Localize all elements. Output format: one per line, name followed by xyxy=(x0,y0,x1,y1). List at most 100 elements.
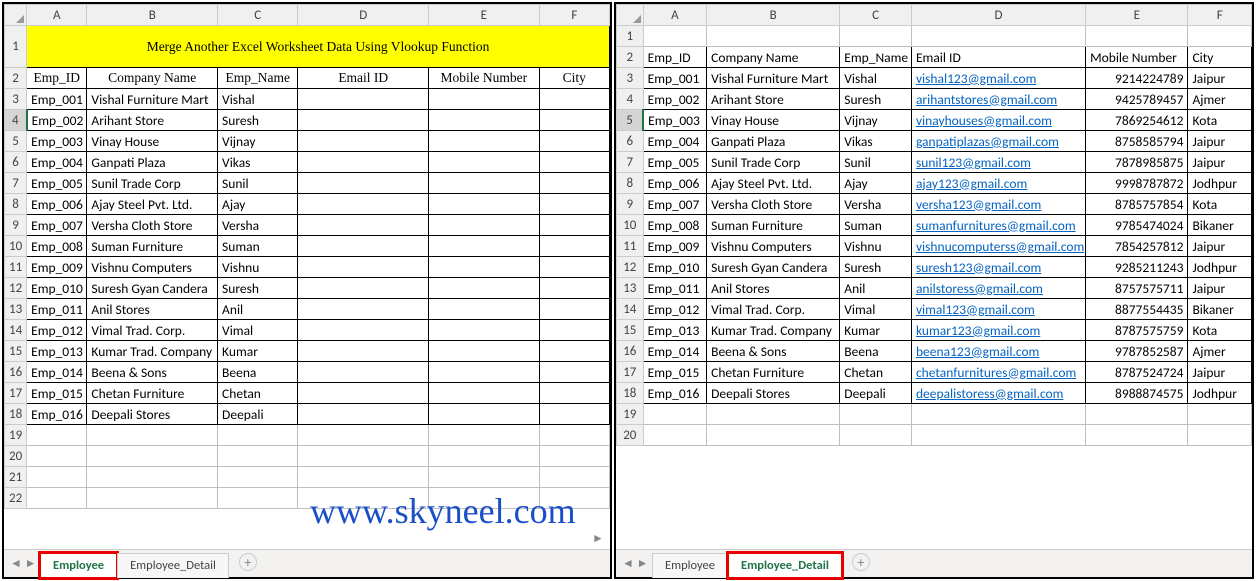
row-header[interactable]: 5 xyxy=(617,110,644,131)
cell[interactable] xyxy=(87,425,218,446)
email-link[interactable]: arihantstores@gmail.com xyxy=(916,91,1057,108)
cell[interactable]: Emp_009 xyxy=(27,257,87,278)
cell[interactable]: Emp_009 xyxy=(643,236,707,257)
row-header[interactable]: 3 xyxy=(617,68,644,89)
cell[interactable] xyxy=(298,320,429,341)
cell[interactable]: Vimal xyxy=(218,320,298,341)
row-header[interactable]: 11 xyxy=(5,257,27,278)
cell[interactable]: 9787852587 xyxy=(1086,341,1188,362)
row-header[interactable]: 17 xyxy=(5,383,27,404)
cell[interactable]: Suresh xyxy=(218,110,298,131)
cell[interactable] xyxy=(429,257,540,278)
cell[interactable] xyxy=(298,194,429,215)
cell[interactable]: 8787524724 xyxy=(1086,362,1188,383)
grid-right[interactable]: ABCDEF12Emp_IDCompany NameEmp_NameEmail … xyxy=(616,4,1252,549)
cell[interactable]: Jaipur xyxy=(1188,131,1252,152)
cell[interactable] xyxy=(707,404,840,425)
row-header[interactable]: 18 xyxy=(5,404,27,425)
row-header[interactable]: 6 xyxy=(617,131,644,152)
cell[interactable] xyxy=(429,341,540,362)
column-header[interactable]: E xyxy=(1086,5,1188,26)
cell[interactable]: Anil xyxy=(218,299,298,320)
cell[interactable]: 9785474024 xyxy=(1086,215,1188,236)
cell[interactable]: Vishnu xyxy=(840,236,912,257)
cell[interactable] xyxy=(298,341,429,362)
email-link[interactable]: anilstoress@gmail.com xyxy=(916,280,1043,297)
cell[interactable]: Anil xyxy=(840,278,912,299)
column-header[interactable]: C xyxy=(840,5,912,26)
cell[interactable]: Deepali Stores xyxy=(707,383,840,404)
new-sheet-button[interactable]: + xyxy=(239,553,257,571)
cell[interactable]: 9998787872 xyxy=(1086,173,1188,194)
cell[interactable] xyxy=(643,425,707,446)
cell[interactable]: Beena & Sons xyxy=(87,362,218,383)
cell[interactable]: Emp_015 xyxy=(27,383,87,404)
select-all-corner[interactable] xyxy=(5,5,27,26)
row-header[interactable]: 6 xyxy=(5,152,27,173)
row-header[interactable]: 5 xyxy=(5,131,27,152)
cell[interactable]: Ganpati Plaza xyxy=(87,152,218,173)
cell[interactable] xyxy=(840,26,912,47)
cell[interactable]: Kumar xyxy=(218,341,298,362)
row-header[interactable]: 20 xyxy=(617,425,644,446)
cell[interactable]: Vishal Furniture Mart xyxy=(87,89,218,110)
cell[interactable]: Sunil Trade Corp xyxy=(707,152,840,173)
cell[interactable] xyxy=(298,152,429,173)
cell[interactable]: Vikas xyxy=(840,131,912,152)
row-header[interactable]: 14 xyxy=(5,320,27,341)
cell[interactable]: Vishnu Computers xyxy=(707,236,840,257)
cell[interactable]: Suresh xyxy=(840,257,912,278)
cell[interactable] xyxy=(429,89,540,110)
row-header[interactable]: 12 xyxy=(617,257,644,278)
cell[interactable]: Suresh xyxy=(218,278,298,299)
cell[interactable]: Suman Furniture xyxy=(707,215,840,236)
cell[interactable]: 8787575759 xyxy=(1086,320,1188,341)
cell[interactable]: Ajay xyxy=(840,173,912,194)
column-header[interactable]: E xyxy=(429,5,540,26)
cell[interactable] xyxy=(539,131,609,152)
cell[interactable]: Emp_002 xyxy=(643,89,707,110)
cell[interactable]: vimal123@gmail.com xyxy=(911,299,1085,320)
cell[interactable]: Ajmer xyxy=(1188,341,1252,362)
cell[interactable] xyxy=(539,425,609,446)
cell[interactable]: Bikaner xyxy=(1188,299,1252,320)
cell[interactable]: Ganpati Plaza xyxy=(707,131,840,152)
cell[interactable]: Emp_008 xyxy=(27,236,87,257)
email-link[interactable]: vishal123@gmail.com xyxy=(916,70,1036,87)
cell[interactable]: 7869254612 xyxy=(1086,110,1188,131)
row-header[interactable]: 16 xyxy=(5,362,27,383)
cell[interactable]: Jaipur xyxy=(1188,236,1252,257)
row-header[interactable]: 10 xyxy=(5,236,27,257)
cell[interactable]: vinayhouses@gmail.com xyxy=(911,110,1085,131)
cell[interactable]: Vinay House xyxy=(707,110,840,131)
cell[interactable]: Emp_005 xyxy=(643,152,707,173)
row-header[interactable]: 7 xyxy=(617,152,644,173)
cell[interactable] xyxy=(539,110,609,131)
row-header[interactable]: 22 xyxy=(5,488,27,509)
cell[interactable]: Vimal Trad. Corp. xyxy=(707,299,840,320)
email-link[interactable]: vinayhouses@gmail.com xyxy=(916,112,1052,129)
cell[interactable] xyxy=(429,131,540,152)
tab-nav-icon[interactable]: ◄ ► xyxy=(622,556,648,571)
cell[interactable]: Vimal xyxy=(840,299,912,320)
table-header-cell[interactable]: Email ID xyxy=(911,47,1085,68)
cell[interactable] xyxy=(298,278,429,299)
cell[interactable]: Jaipur xyxy=(1188,278,1252,299)
cell[interactable] xyxy=(298,362,429,383)
cell[interactable] xyxy=(218,446,298,467)
cell[interactable] xyxy=(1188,26,1252,47)
column-header[interactable]: A xyxy=(643,5,707,26)
cell[interactable] xyxy=(911,26,1085,47)
cell[interactable] xyxy=(539,194,609,215)
cell[interactable]: Arihant Store xyxy=(707,89,840,110)
row-header[interactable]: 9 xyxy=(5,215,27,236)
cell[interactable]: Vishnu Computers xyxy=(87,257,218,278)
row-header[interactable]: 15 xyxy=(617,320,644,341)
cell[interactable]: vishnucomputerss@gmail.com xyxy=(911,236,1085,257)
cell[interactable]: Ajmer xyxy=(1188,89,1252,110)
column-header[interactable]: F xyxy=(539,5,609,26)
cell[interactable]: Vishal xyxy=(218,89,298,110)
cell[interactable] xyxy=(429,299,540,320)
row-header[interactable]: 19 xyxy=(617,404,644,425)
cell[interactable]: Anil Stores xyxy=(87,299,218,320)
